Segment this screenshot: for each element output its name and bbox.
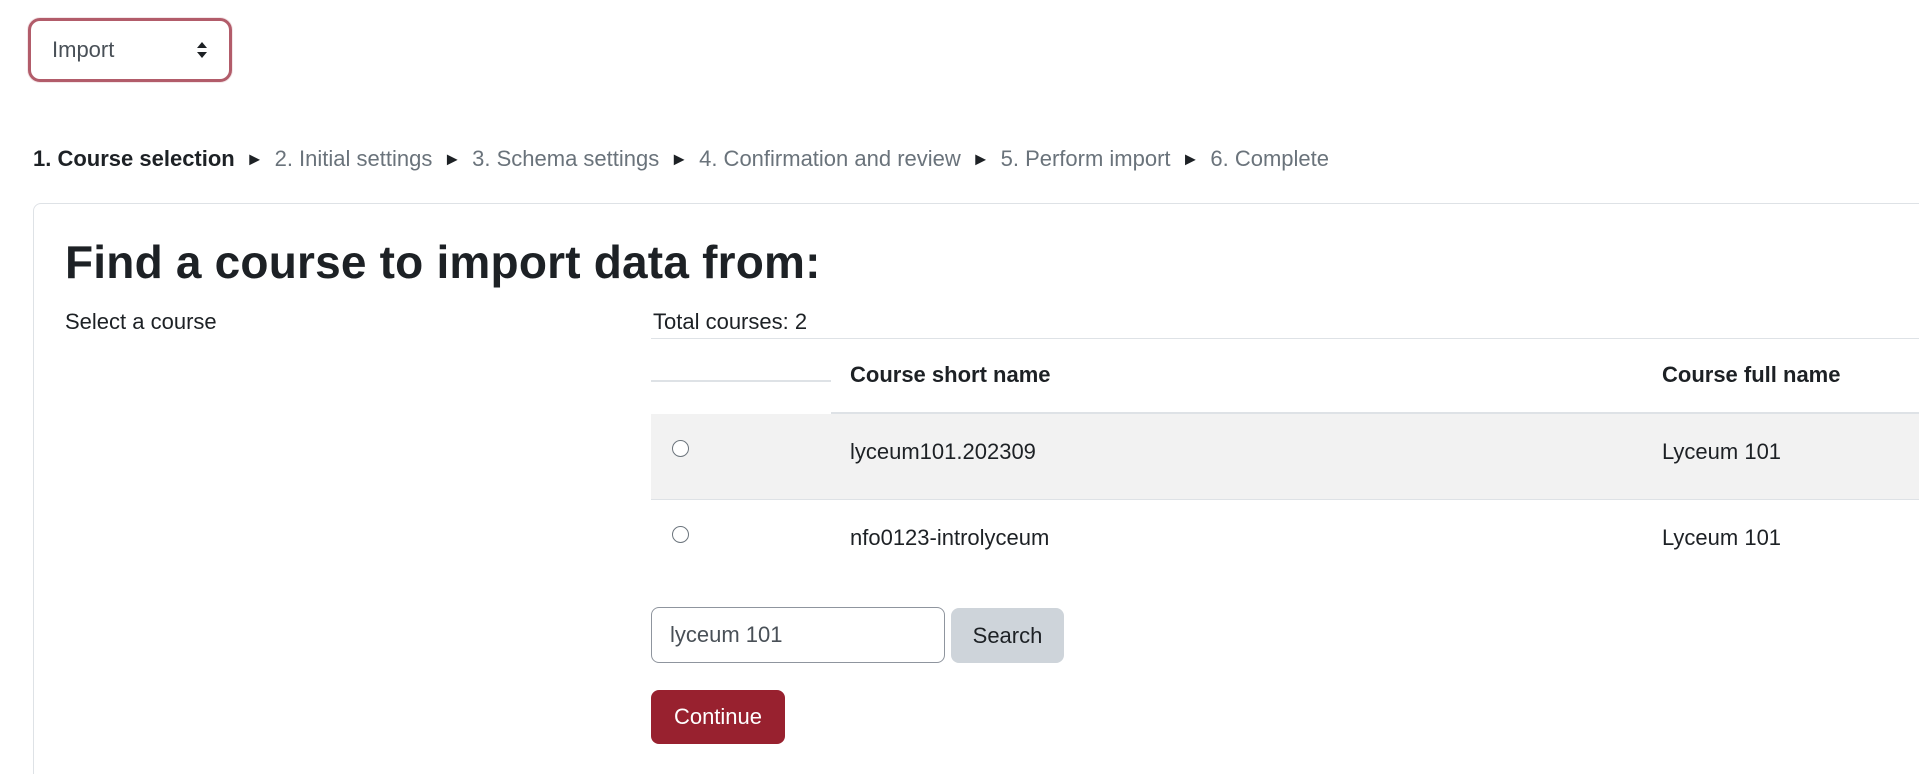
- step-arrow: ►: [971, 148, 990, 169]
- step-confirmation-review: 4. Confirmation and review: [699, 146, 961, 171]
- course-full-name: Lyceum 101: [1662, 525, 1782, 550]
- step-arrow: ►: [245, 148, 264, 169]
- select-column-border: [651, 380, 831, 382]
- course-search-input[interactable]: [651, 607, 945, 663]
- step-course-selection: 1. Course selection: [33, 146, 235, 171]
- import-steps: 1. Course selection ► 2. Initial setting…: [33, 146, 1329, 172]
- page-heading: Find a course to import data from:: [65, 236, 821, 288]
- continue-button[interactable]: Continue: [651, 690, 785, 744]
- course-radio[interactable]: [672, 526, 689, 543]
- course-radio[interactable]: [672, 440, 689, 457]
- step-arrow: ►: [1181, 148, 1200, 169]
- step-complete: 6. Complete: [1210, 146, 1329, 171]
- import-select[interactable]: Import: [28, 18, 232, 82]
- sort-arrows-icon: [197, 42, 207, 58]
- table-header: Course short name Course full name: [651, 338, 1919, 414]
- course-short-name: nfo0123-introlyceum: [850, 525, 1050, 550]
- course-full-name: Lyceum 101: [1662, 439, 1782, 464]
- step-schema-settings: 3. Schema settings: [472, 146, 660, 171]
- step-arrow: ►: [670, 148, 689, 169]
- step-initial-settings: 2. Initial settings: [274, 146, 433, 171]
- course-short-name: lyceum101.202309: [850, 439, 1036, 464]
- step-arrow: ►: [443, 148, 462, 169]
- table-row: lyceum101.202309 Lyceum 101: [651, 414, 1919, 500]
- total-courses: Total courses: 2: [653, 309, 808, 334]
- table-row: nfo0123-introlyceum Lyceum 101: [651, 500, 1919, 585]
- search-button[interactable]: Search: [951, 608, 1064, 663]
- column-header-full-name: Course full name: [1662, 362, 1841, 387]
- column-header-short-name: Course short name: [850, 362, 1051, 387]
- page: Import 1. Course selection ► 2. Initial …: [0, 0, 1919, 774]
- select-course-label: Select a course: [65, 309, 217, 334]
- step-perform-import: 5. Perform import: [1000, 146, 1171, 171]
- import-select-value: Import: [52, 37, 115, 62]
